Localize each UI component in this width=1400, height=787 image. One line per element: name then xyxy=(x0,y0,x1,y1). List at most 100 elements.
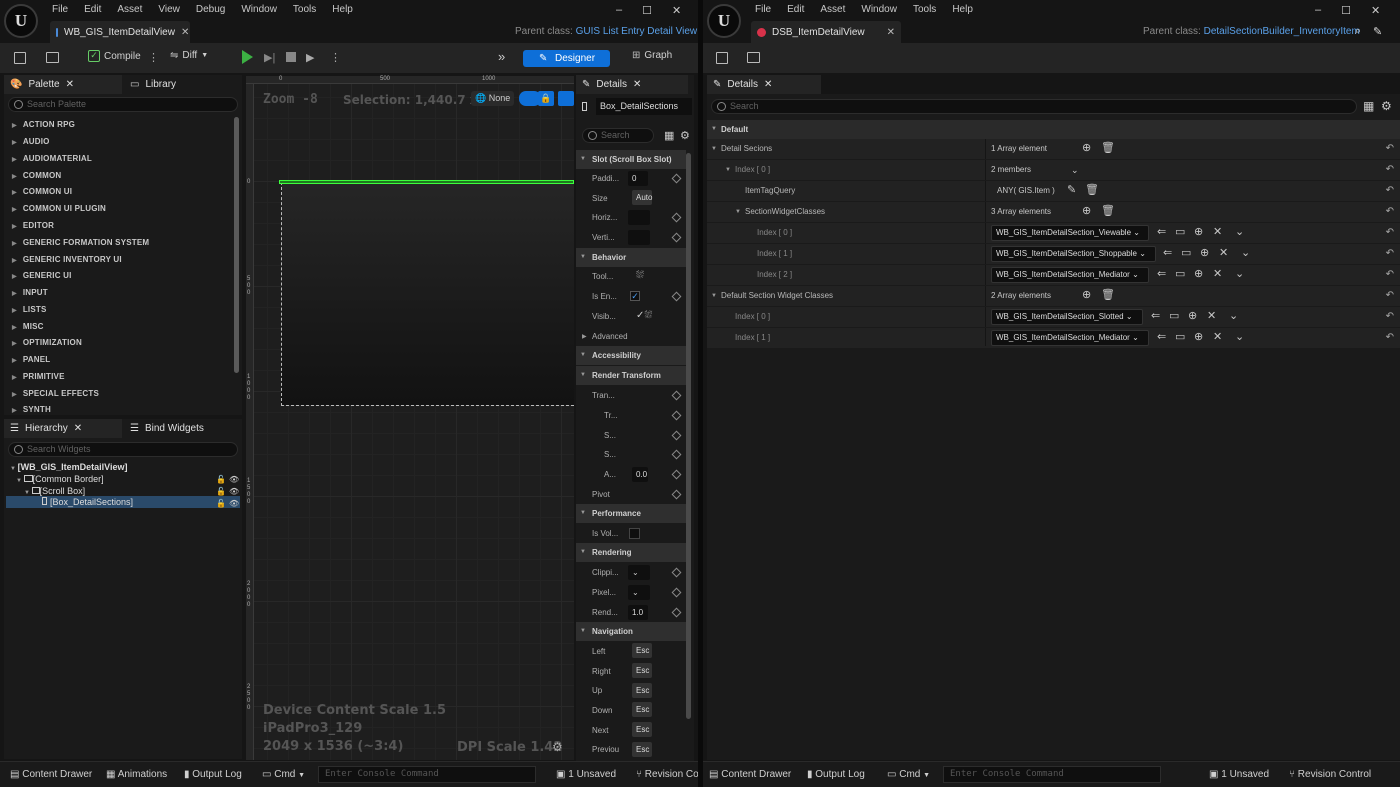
class-picker-dropdown[interactable]: WB_GIS_ItemDetailSection_Slotted ⌄ xyxy=(991,309,1143,325)
keyframe-diamond-icon[interactable] xyxy=(671,449,682,460)
localization-preview-button[interactable]: 🌐 None xyxy=(471,91,515,106)
hierarchy-item-root[interactable]: ▼ [WB_GIS_ItemDetailView] xyxy=(10,462,127,472)
expand-arrow-icon[interactable]: ▼ xyxy=(711,146,717,152)
palette-category[interactable]: SYNTH xyxy=(12,405,51,414)
compile-options-icon[interactable]: ⋮ xyxy=(148,51,159,64)
widget-name-field[interactable]: Box_DetailSections xyxy=(596,98,692,115)
insert-element-icon[interactable]: ⊕ xyxy=(1188,311,1197,322)
tab-palette[interactable]: 🎨 Palette ✕ xyxy=(4,75,122,94)
palette-category[interactable]: LISTS xyxy=(12,305,47,314)
property-advanced[interactable]: Advanced xyxy=(592,332,628,341)
clear-icon[interactable]: ✕ xyxy=(1207,311,1216,322)
details-scrollbar[interactable] xyxy=(686,153,691,719)
browse-icon[interactable] xyxy=(747,52,760,63)
keyframe-diamond-icon[interactable] xyxy=(671,567,682,578)
menu-file[interactable]: File xyxy=(44,4,76,16)
play-options-icon[interactable]: ⋮ xyxy=(330,51,341,64)
use-selected-icon[interactable]: ⇐ xyxy=(1157,269,1166,280)
is-enabled-checkbox[interactable]: ✓ xyxy=(630,291,640,301)
reset-to-default-icon[interactable]: ↶ xyxy=(1386,185,1394,196)
minimize-icon[interactable]: – xyxy=(1315,4,1321,17)
reset-to-default-icon[interactable]: ↶ xyxy=(1386,164,1394,175)
reset-to-default-icon[interactable]: ↶ xyxy=(1386,290,1394,301)
console-command-input[interactable]: Enter Console Command xyxy=(943,766,1161,783)
category-default[interactable]: ▼ Default xyxy=(707,120,1400,139)
eject-icon[interactable]: ▶ xyxy=(306,51,314,64)
hierarchy-search-input[interactable]: Search Widgets xyxy=(8,442,238,457)
class-picker-dropdown[interactable]: WB_GIS_ItemDetailSection_Mediator ⌄ xyxy=(991,330,1149,346)
menu-edit[interactable]: Edit xyxy=(76,4,109,16)
palette-category[interactable]: GENERIC UI xyxy=(12,271,72,280)
size-value[interactable]: Auto xyxy=(632,190,652,205)
nav-down-value[interactable]: Esc xyxy=(632,702,652,717)
nav-up-value[interactable]: Esc xyxy=(632,683,652,698)
reset-to-default-icon[interactable]: ↶ xyxy=(1386,248,1394,259)
close-tab-icon[interactable]: ✕ xyxy=(887,27,895,38)
designer-button[interactable]: ✎ Designer xyxy=(523,50,610,67)
reset-to-default-icon[interactable]: ↶ xyxy=(1386,227,1394,238)
parent-class-link[interactable]: DetailSectionBuilder_InventoryItem xyxy=(1204,26,1360,37)
parent-class-link[interactable]: GUIS List Entry Detail View xyxy=(576,26,698,37)
selected-widget-outline[interactable] xyxy=(279,180,574,184)
browse-asset-icon[interactable]: ▭ xyxy=(1175,227,1185,238)
content-drawer-button[interactable]: ▤ Content Drawer xyxy=(709,769,791,780)
tab-data-asset[interactable]: DSB_ItemDetailView ✕ xyxy=(751,21,901,43)
play-icon[interactable] xyxy=(242,50,253,64)
menu-window[interactable]: Window xyxy=(233,4,285,16)
unreal-logo-icon[interactable]: U xyxy=(4,4,38,38)
menu-asset[interactable]: Asset xyxy=(109,4,150,16)
delete-icon[interactable]: 🗑 xyxy=(1085,185,1099,196)
tab-hierarchy[interactable]: ☰ Hierarchy ✕ xyxy=(4,419,122,438)
clear-icon[interactable]: ✕ xyxy=(1219,248,1228,259)
clear-icon[interactable]: ✕ xyxy=(1213,332,1222,343)
palette-search-input[interactable]: Search Palette xyxy=(8,97,238,112)
horizontal-alignment-buttons[interactable] xyxy=(628,210,650,225)
lock-icon[interactable]: 🔓 🔓 🔓 xyxy=(216,474,226,510)
stop-icon[interactable] xyxy=(286,52,296,62)
palette-category[interactable]: SPECIAL EFFECTS xyxy=(12,389,99,398)
section-behavior[interactable]: Behavior xyxy=(576,248,686,267)
vertical-alignment-buttons[interactable] xyxy=(628,230,650,245)
keyframe-diamond-icon[interactable] xyxy=(671,607,682,618)
menu-debug[interactable]: Debug xyxy=(188,4,233,16)
reset-to-default-icon[interactable]: ↶ xyxy=(1386,143,1394,154)
respect-lock-icon[interactable] xyxy=(558,91,574,106)
minimize-icon[interactable]: – xyxy=(616,4,622,17)
chevron-down-icon[interactable]: ⌄ xyxy=(1235,269,1244,280)
is-volatile-checkbox[interactable] xyxy=(629,528,640,539)
clipping-dropdown[interactable]: ⌄ xyxy=(628,565,650,580)
palette-category[interactable]: AUDIO xyxy=(12,137,50,146)
pixel-snapping-dropdown[interactable]: ⌄ xyxy=(628,585,650,600)
maximize-icon[interactable]: ☐ xyxy=(1341,4,1351,17)
clear-icon[interactable]: ✕ xyxy=(1213,227,1222,238)
unsaved-button[interactable]: ▣ 1 Unsaved xyxy=(1209,769,1269,780)
tooltip-bind-icon[interactable]: ⛆ xyxy=(636,270,644,281)
designer-canvas[interactable]: 0 500 1000 0 500 1000 1500 2000 2500 Zoo… xyxy=(246,76,574,760)
menu-tools[interactable]: Tools xyxy=(285,4,324,16)
cmd-dropdown[interactable]: ▭ Cmd ▼ xyxy=(262,769,305,780)
details-search-input[interactable]: Search xyxy=(582,128,654,143)
save-icon[interactable] xyxy=(14,52,26,64)
chevron-down-icon[interactable]: ⌄ xyxy=(1235,227,1244,238)
section-performance[interactable]: Performance xyxy=(576,504,686,523)
chevron-down-icon[interactable]: ⌄ xyxy=(1235,332,1244,343)
keyframe-diamond-icon[interactable] xyxy=(671,489,682,500)
chevron-down-icon[interactable]: ⌄ xyxy=(1229,311,1238,322)
maximize-icon[interactable]: ☐ xyxy=(642,4,652,17)
property-matrix-icon[interactable]: ▦ xyxy=(664,129,674,142)
palette-category[interactable]: ACTION RPG xyxy=(12,120,75,129)
palette-category[interactable]: COMMON xyxy=(12,171,61,180)
graph-button[interactable]: ⊞ Graph xyxy=(632,50,672,61)
section-accessibility[interactable]: Accessibility xyxy=(576,346,686,365)
tab-details[interactable]: ✎ Details ✕ xyxy=(576,75,688,94)
browse-asset-icon[interactable]: ▭ xyxy=(1175,269,1185,280)
padding-value[interactable]: 0 xyxy=(628,171,648,186)
palette-category[interactable]: AUDIOMATERIAL xyxy=(12,154,92,163)
use-selected-icon[interactable]: ⇐ xyxy=(1151,311,1160,322)
reset-to-default-icon[interactable]: ↶ xyxy=(1386,206,1394,217)
close-palette-icon[interactable]: ✕ xyxy=(66,79,74,90)
expand-arrow-icon[interactable]: ▼ xyxy=(711,293,717,299)
search-icon[interactable]: ⌕ xyxy=(1355,25,1361,38)
browse-asset-icon[interactable]: ▭ xyxy=(1169,311,1179,322)
menu-window[interactable]: Window xyxy=(853,4,905,16)
